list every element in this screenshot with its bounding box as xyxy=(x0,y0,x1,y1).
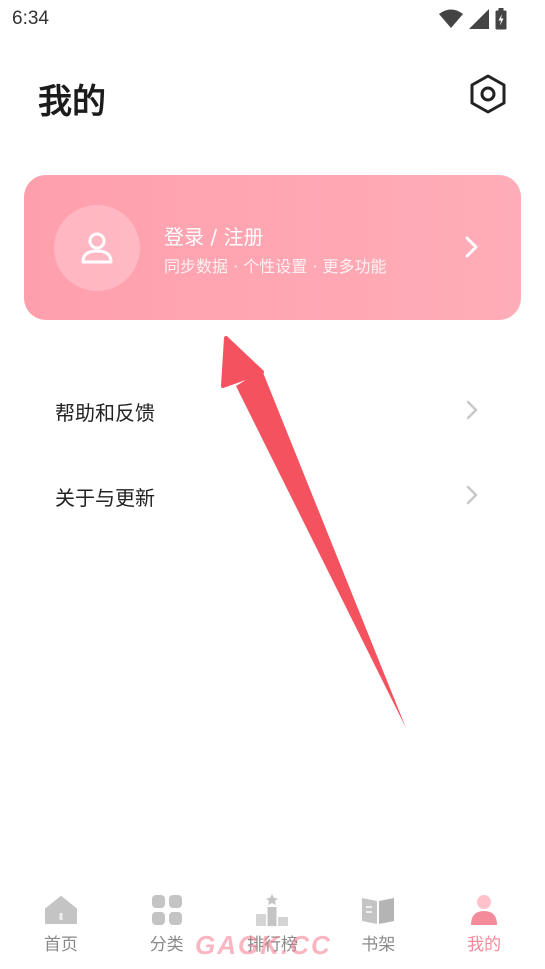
chevron-right-icon xyxy=(466,400,478,420)
login-title: 登录 / 注册 xyxy=(164,225,264,249)
avatar xyxy=(54,205,140,291)
menu-item-label: 帮助和反馈 xyxy=(55,401,155,425)
login-card[interactable]: 登录 / 注册 同步数据 · 个性设置 · 更多功能 xyxy=(24,175,521,320)
bookshelf-icon xyxy=(362,898,395,924)
menu-item-label: 关于与更新 xyxy=(55,486,155,510)
nav-label: 我的 xyxy=(467,935,502,955)
wifi-icon xyxy=(439,9,463,28)
chevron-right-icon xyxy=(465,236,478,258)
profile-icon xyxy=(471,895,498,925)
nav-label: 首页 xyxy=(43,935,78,955)
page-title: 我的 xyxy=(38,82,106,122)
settings-button[interactable] xyxy=(467,72,509,116)
menu-item-about-update[interactable]: 关于与更新 xyxy=(0,454,545,538)
nav-label: 分类 xyxy=(149,935,184,955)
category-icon xyxy=(151,895,182,925)
ranking-icon xyxy=(256,894,289,926)
nav-label: 书架 xyxy=(361,935,396,955)
nav-item-home[interactable]: 首页 xyxy=(11,892,111,955)
menu-item-help-feedback[interactable]: 帮助和反馈 xyxy=(0,369,545,453)
login-subtitle: 同步数据 · 个性设置 · 更多功能 xyxy=(164,257,387,276)
chevron-right-icon xyxy=(466,485,478,505)
nav-item-profile[interactable]: 我的 xyxy=(434,892,534,955)
profile-screen: 6:34 我的 登录 / 注册 同步数据 · 个性设置 · 更多功能 帮助和反馈… xyxy=(0,0,545,969)
watermark: GAGK.CC xyxy=(195,930,332,960)
battery-icon xyxy=(495,8,507,30)
settings-icon xyxy=(470,74,506,114)
signal-icon xyxy=(469,9,489,29)
status-icons xyxy=(439,8,507,30)
user-icon xyxy=(81,232,113,264)
status-bar: 6:34 xyxy=(0,0,545,38)
nav-item-bookshelf[interactable]: 书架 xyxy=(328,892,428,955)
status-time: 6:34 xyxy=(12,8,49,29)
home-icon xyxy=(44,896,77,924)
